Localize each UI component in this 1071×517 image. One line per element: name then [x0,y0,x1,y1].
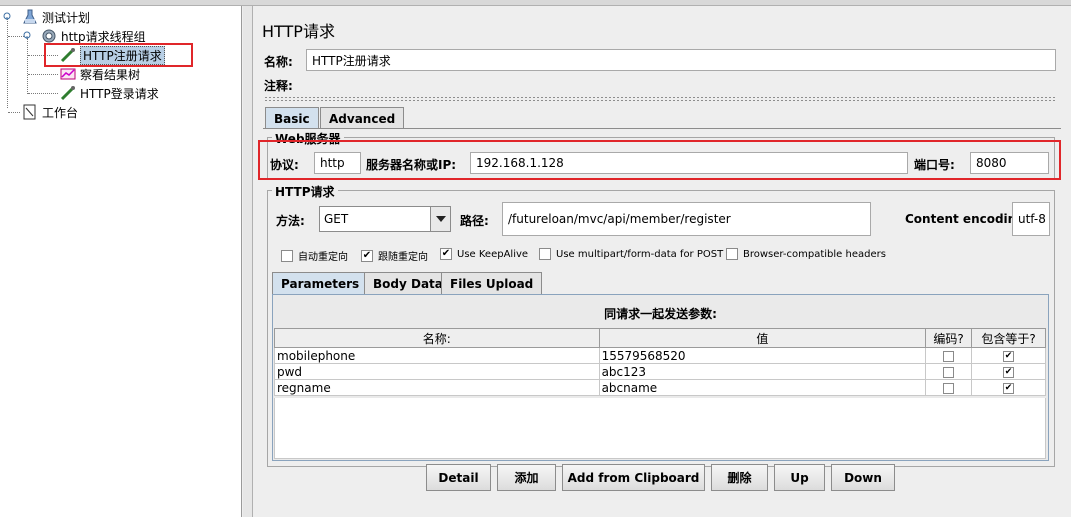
tree-connector [28,93,58,94]
tab-files-upload[interactable]: Files Upload [441,272,543,294]
http-request-title: HTTP请求 [272,183,338,200]
option-follow-redirect[interactable]: ✔ 跟随重定向 [361,248,428,263]
up-button[interactable]: Up [774,464,825,491]
tab-body-data[interactable]: Body Data [364,272,452,294]
include-equals-checkbox[interactable]: ✔ [1003,350,1015,362]
http-request-panel: HTTP请求 名称: HTTP注册请求 注释: Basic Advanced W… [254,6,1071,517]
expand-toggle-icon[interactable] [23,31,31,39]
path-field[interactable]: /futureloan/mvc/api/member/register [502,202,871,236]
method-value: GET [324,212,349,226]
option-auto-redirect[interactable]: 自动重定向 [281,248,348,263]
sampler-icon [60,85,76,101]
params-header-row: 名称: 值 编码? 包含等于? [274,328,1046,348]
down-button[interactable]: Down [831,464,895,491]
option-multipart[interactable]: Use multipart/form-data for POST [539,248,723,260]
parameters-panel: 同请求一起发送参数: 名称: 值 编码? 包含等于? mobilephone 1… [272,294,1049,461]
param-name-cell[interactable]: mobilephone [274,347,600,364]
tree-item-label: HTTP登录请求 [80,86,159,101]
checkbox-keepalive[interactable]: ✔ [440,248,452,260]
add-button[interactable]: 添加 [497,464,556,491]
option-label: Use multipart/form-data for POST [556,248,724,260]
tree-item-label: 察看结果树 [80,67,141,82]
add-from-clipboard-button[interactable]: Add from Clipboard [562,464,705,491]
listener-icon [60,66,76,82]
tree-item-label: 工作台 [42,105,79,120]
comment-label: 注释: [264,79,293,93]
column-header-include-equals[interactable]: 包含等于? [971,328,1046,348]
param-value-cell[interactable]: abc123 [598,363,927,380]
param-name-cell[interactable]: regname [274,379,600,396]
param-value-cell[interactable]: 15579568520 [598,347,927,364]
workbench-icon [22,104,38,120]
encoding-label: Content encoding: [905,212,1030,226]
chevron-down-icon[interactable] [430,207,450,231]
column-header-value[interactable]: 值 [598,328,927,348]
split-pane-divider[interactable] [243,6,253,517]
method-select[interactable]: GET [319,206,451,232]
tree-connector [27,38,28,94]
encoding-field[interactable]: utf-8 [1012,202,1050,236]
tree-connector [7,18,8,108]
param-value-cell[interactable]: abcname [598,379,927,396]
column-header-encode[interactable]: 编码? [925,328,973,348]
expand-toggle-icon[interactable] [3,12,11,20]
name-field[interactable]: HTTP注册请求 [306,49,1056,71]
checkbox-browser-headers[interactable] [726,248,738,260]
tree-item-test-plan[interactable]: 测试计划 [22,8,90,26]
highlight-box [44,43,193,67]
detail-button[interactable]: Detail [426,464,491,491]
params-caption: 同请求一起发送参数: [604,307,717,321]
comment-field[interactable] [306,73,1056,95]
resize-divider[interactable] [264,96,1056,102]
option-label: 自动重定向 [298,252,348,263]
encode-checkbox[interactable] [943,350,955,362]
tab-underline [263,128,1061,129]
tree-connector [8,112,20,113]
delete-button[interactable]: 删除 [711,464,768,491]
option-label: Browser-compatible headers [743,248,886,260]
tree-item-workbench[interactable]: 工作台 [22,103,78,121]
tree-item-label: 测试计划 [42,10,91,25]
table-row[interactable]: pwd abc123 ✔ [274,363,1046,380]
option-keepalive[interactable]: ✔ Use KeepAlive [440,248,528,260]
page-title: HTTP请求 [262,22,335,41]
tree-connector [28,74,58,75]
thread-group-icon [41,28,57,44]
option-browser-headers[interactable]: Browser-compatible headers [726,248,886,260]
method-label: 方法: [276,214,305,228]
checkbox-follow-redirect[interactable]: ✔ [361,249,373,262]
option-label: 跟随重定向 [378,252,428,263]
params-table-empty-area[interactable] [274,398,1046,459]
name-label: 名称: [264,55,293,69]
tree-item-label: http请求线程组 [61,29,146,44]
checkbox-auto-redirect[interactable] [281,249,293,262]
params-table: 名称: 值 编码? 包含等于? mobilephone 15579568520 … [274,328,1046,396]
encode-checkbox[interactable] [943,382,955,394]
tree-item-http-login[interactable]: HTTP登录请求 [60,84,159,102]
highlight-box [258,140,1061,180]
tab-advanced[interactable]: Advanced [320,107,405,129]
test-plan-icon [22,9,38,25]
checkbox-multipart[interactable] [539,248,551,260]
test-plan-tree: 测试计划 http请求线程组 HTTP注册请求 察看结果树 HTTP登录请求 工… [0,6,242,517]
table-row[interactable]: mobilephone 15579568520 ✔ [274,347,1046,364]
param-name-cell[interactable]: pwd [274,363,600,380]
include-equals-checkbox[interactable]: ✔ [1003,382,1015,394]
tab-parameters[interactable]: Parameters [272,272,369,294]
column-header-name[interactable]: 名称: [274,328,600,348]
path-label: 路径: [460,214,489,228]
table-row[interactable]: regname abcname ✔ [274,379,1046,396]
include-equals-checkbox[interactable]: ✔ [1003,366,1015,378]
tree-connector [8,36,24,37]
tree-item-result-tree[interactable]: 察看结果树 [60,65,140,83]
tab-basic[interactable]: Basic [265,107,319,129]
encode-checkbox[interactable] [943,366,955,378]
option-label: Use KeepAlive [457,248,529,260]
